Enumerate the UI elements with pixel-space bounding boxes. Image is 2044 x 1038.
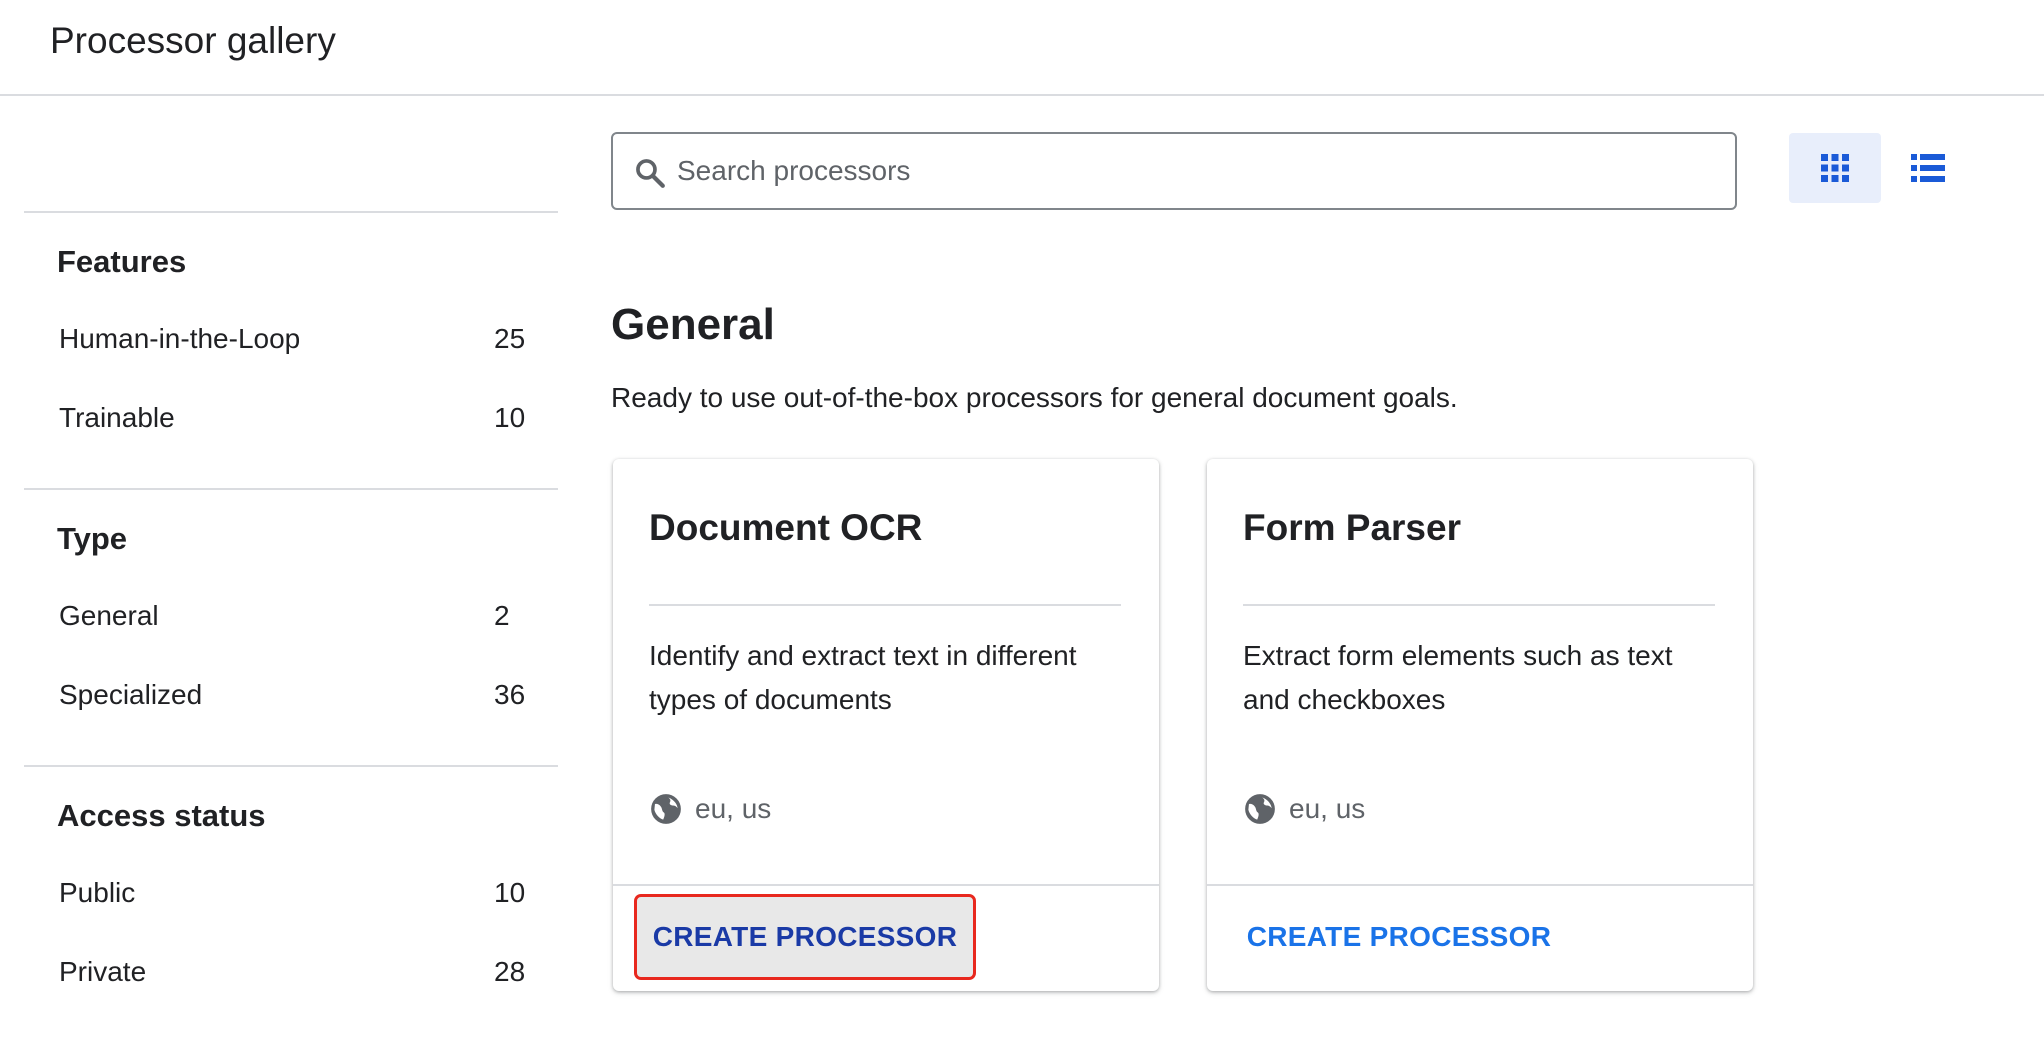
list-view-icon [1911,154,1945,182]
filter-item-general[interactable]: General 2 [59,586,534,646]
grid-view-icon [1821,154,1849,182]
search-icon [636,159,665,188]
card-region-text: eu, us [1289,793,1366,824]
card-regions: eu, us [1243,791,1365,827]
card-regions: eu, us [649,791,771,827]
processor-card-form-parser: Form Parser Extract form elements such a… [1207,459,1753,991]
filter-item-count: 36 [494,679,526,710]
card-divider [1243,604,1715,606]
page-header: Processor gallery [0,0,2044,96]
processor-card-document-ocr: Document OCR Identify and extract text i… [613,459,1159,991]
filter-item-label: Private [59,956,147,987]
card-footer-divider [613,884,1159,886]
card-region-text: eu, us [695,793,772,824]
search-input[interactable] [677,142,1717,200]
section-title: General [611,300,775,349]
filter-item-label: General [59,600,159,631]
sidebar-divider [24,765,558,767]
globe-icon [651,794,681,824]
card-divider [649,604,1121,606]
filter-item-trainable[interactable]: Trainable 10 [59,388,534,448]
filter-group-title-access-status: Access status [57,798,266,833]
sidebar-divider [24,211,558,213]
section-description: Ready to use out-of-the-box processors f… [611,382,1458,413]
card-description: Extract form elements such as text and c… [1243,640,1673,715]
create-processor-button[interactable]: CREATE PROCESSOR [1231,897,1567,977]
page-title: Processor gallery [50,20,336,61]
filter-item-human-in-the-loop[interactable]: Human-in-the-Loop 25 [59,309,534,369]
filter-group-title-features: Features [57,244,187,279]
filter-item-public[interactable]: Public 10 [59,863,534,923]
filter-item-count: 10 [494,877,526,908]
filter-group-title-type: Type [57,521,128,556]
card-title: Document OCR [649,507,923,548]
search-box[interactable] [611,132,1737,210]
filter-item-count: 2 [494,600,510,631]
create-processor-button[interactable]: CREATE PROCESSOR [634,894,976,980]
list-view-button[interactable] [1882,133,1974,203]
grid-view-button[interactable] [1789,133,1881,203]
filter-item-private[interactable]: Private 28 [59,942,534,1002]
filter-item-label: Specialized [59,679,203,710]
card-footer-divider [1207,884,1753,886]
filter-item-count: 28 [494,956,526,987]
filter-item-count: 25 [494,323,526,354]
globe-icon [1245,794,1275,824]
filter-item-count: 10 [494,402,526,433]
card-description: Identify and extract text in different t… [649,640,1077,715]
card-title: Form Parser [1243,507,1461,548]
filter-item-specialized[interactable]: Specialized 36 [59,665,534,725]
filter-item-label: Public [59,877,136,908]
filter-item-label: Trainable [59,402,175,433]
sidebar-divider [24,488,558,490]
filter-item-label: Human-in-the-Loop [59,323,301,354]
